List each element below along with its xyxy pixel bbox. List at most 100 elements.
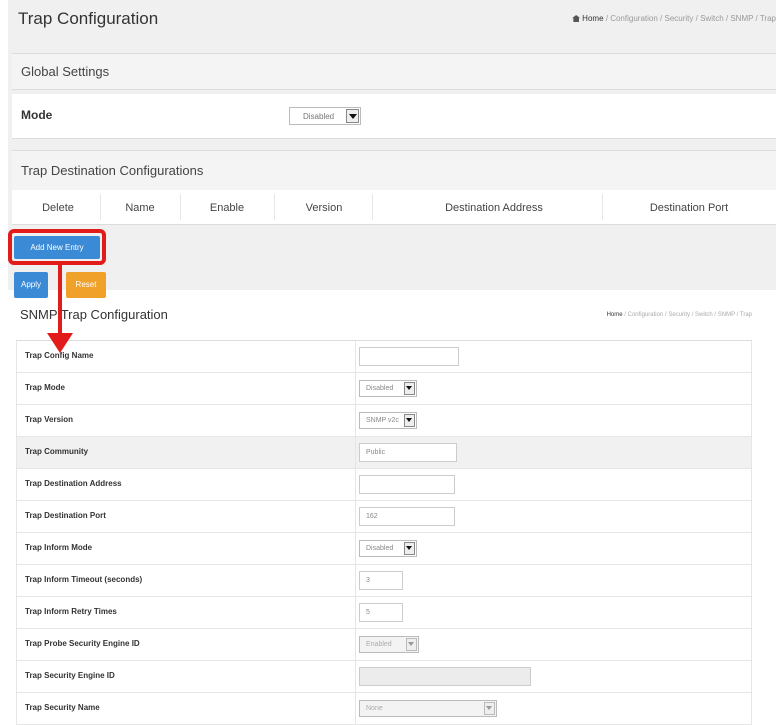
row-trap-inform-mode: Trap Inform Mode Disabled bbox=[16, 533, 752, 565]
label-trap-version: Trap Version bbox=[25, 415, 74, 424]
breadcrumb-security[interactable]: Security bbox=[668, 312, 690, 318]
label-trap-security-engine-id: Trap Security Engine ID bbox=[25, 671, 115, 680]
apply-button[interactable]: Apply bbox=[14, 272, 48, 298]
column-divider bbox=[602, 194, 603, 220]
mode-select[interactable]: Disabled bbox=[289, 107, 361, 125]
chevron-down-icon bbox=[404, 382, 415, 395]
trap-destination-table-header: Delete Name Enable Version Destination A… bbox=[12, 190, 776, 225]
label-trap-inform-timeout: Trap Inform Timeout (seconds) bbox=[25, 575, 143, 584]
column-divider bbox=[355, 661, 356, 692]
trap-destination-header: Trap Destination Configurations bbox=[12, 150, 776, 191]
trap-destination-title: Trap Destination Configurations bbox=[21, 163, 204, 178]
column-divider bbox=[100, 194, 101, 220]
trap-security-engine-id-input[interactable] bbox=[359, 667, 531, 686]
breadcrumb-snmp[interactable]: SNMP bbox=[718, 312, 735, 318]
chevron-down-icon bbox=[406, 638, 417, 651]
column-destination-address: Destination Address bbox=[445, 202, 543, 214]
breadcrumb-security[interactable]: Security bbox=[664, 14, 693, 23]
annotation-arrow-shaft bbox=[58, 265, 62, 337]
highlight-box bbox=[8, 229, 106, 265]
trap-security-name-value: None bbox=[366, 705, 383, 712]
column-divider bbox=[355, 469, 356, 500]
page-title: Trap Configuration bbox=[18, 9, 159, 28]
breadcrumb-home[interactable]: Home bbox=[582, 14, 603, 23]
mode-label: Mode bbox=[21, 108, 53, 122]
breadcrumb-switch[interactable]: Switch bbox=[695, 312, 713, 318]
mode-select-value: Disabled bbox=[303, 112, 335, 121]
trap-inform-timeout-input[interactable]: 3 bbox=[359, 571, 403, 590]
row-trap-inform-retry-times: Trap Inform Retry Times 5 bbox=[16, 597, 752, 629]
row-trap-mode: Trap Mode Disabled bbox=[16, 373, 752, 405]
label-trap-inform-mode: Trap Inform Mode bbox=[25, 543, 93, 552]
reset-button[interactable]: Reset bbox=[66, 272, 106, 298]
column-divider bbox=[355, 597, 356, 628]
column-divider bbox=[355, 405, 356, 436]
column-divider bbox=[355, 437, 356, 468]
row-trap-community: Trap Community Public bbox=[16, 437, 752, 469]
column-divider bbox=[355, 693, 356, 724]
trap-version-select[interactable]: SNMP v2c bbox=[359, 412, 417, 429]
row-trap-destination-port: Trap Destination Port 162 bbox=[16, 501, 752, 533]
breadcrumb-switch[interactable]: Switch bbox=[700, 14, 724, 23]
trap-destination-address-input[interactable] bbox=[359, 475, 455, 494]
breadcrumb-snmp[interactable]: SNMP bbox=[730, 14, 753, 23]
trap-inform-mode-value: Disabled bbox=[366, 545, 394, 552]
column-destination-port: Destination Port bbox=[649, 202, 729, 214]
breadcrumb-trap: Trap bbox=[759, 14, 776, 23]
trap-inform-retry-times-input[interactable]: 5 bbox=[359, 603, 403, 622]
trap-inform-mode-select[interactable]: Disabled bbox=[359, 540, 417, 557]
trap-configuration-panel bbox=[8, 0, 776, 290]
trap-config-name-input[interactable] bbox=[359, 347, 459, 366]
mode-row: Mode Disabled bbox=[12, 94, 776, 139]
trap-destination-port-input[interactable]: 162 bbox=[359, 507, 455, 526]
column-enable: Enable bbox=[209, 202, 245, 214]
column-divider bbox=[274, 194, 275, 220]
column-divider bbox=[372, 194, 373, 220]
column-divider bbox=[355, 629, 356, 660]
row-trap-config-name: Trap Config Name bbox=[16, 341, 752, 373]
row-trap-destination-address: Trap Destination Address bbox=[16, 469, 752, 501]
chevron-down-icon bbox=[404, 414, 415, 427]
column-version: Version bbox=[305, 202, 343, 214]
breadcrumb-configuration[interactable]: Configuration bbox=[628, 312, 664, 318]
global-settings-title: Global Settings bbox=[21, 64, 110, 79]
row-trap-inform-timeout: Trap Inform Timeout (seconds) 3 bbox=[16, 565, 752, 597]
column-divider bbox=[355, 373, 356, 404]
label-trap-inform-retry-times: Trap Inform Retry Times bbox=[25, 607, 117, 616]
chevron-down-icon bbox=[404, 542, 415, 555]
label-trap-destination-port: Trap Destination Port bbox=[25, 511, 106, 520]
trap-probe-security-engine-id-value: Enabled bbox=[366, 641, 392, 648]
snmp-trap-table: Trap Config Name Trap Mode Disabled Trap… bbox=[16, 340, 752, 725]
global-settings-header: Global Settings bbox=[12, 53, 776, 90]
label-trap-probe-security-engine-id: Trap Probe Security Engine ID bbox=[25, 639, 140, 648]
breadcrumb-configuration[interactable]: Configuration bbox=[610, 14, 658, 23]
annotation-arrow-head bbox=[47, 333, 73, 353]
row-trap-version: Trap Version SNMP v2c bbox=[16, 405, 752, 437]
home-icon bbox=[572, 15, 581, 22]
breadcrumb: Home / Configuration / Security / Switch… bbox=[572, 14, 776, 23]
breadcrumb-trap: Trap bbox=[739, 312, 752, 318]
column-divider bbox=[180, 194, 181, 220]
row-trap-security-name: Trap Security Name None bbox=[16, 693, 752, 725]
trap-security-name-select[interactable]: None bbox=[359, 700, 497, 717]
trap-mode-value: Disabled bbox=[366, 385, 394, 392]
row-trap-security-engine-id: Trap Security Engine ID bbox=[16, 661, 752, 693]
trap-community-input[interactable]: Public bbox=[359, 443, 457, 462]
chevron-down-icon bbox=[484, 702, 495, 715]
label-trap-destination-address: Trap Destination Address bbox=[25, 479, 122, 488]
trap-mode-select[interactable]: Disabled bbox=[359, 380, 417, 397]
column-name: Name bbox=[125, 202, 155, 214]
trap-probe-security-engine-id-select[interactable]: Enabled bbox=[359, 636, 419, 653]
breadcrumb-home[interactable]: Home bbox=[607, 312, 623, 318]
column-delete: Delete bbox=[42, 202, 74, 214]
row-trap-probe-security-engine-id: Trap Probe Security Engine ID Enabled bbox=[16, 629, 752, 661]
label-trap-mode: Trap Mode bbox=[25, 383, 66, 392]
column-divider bbox=[355, 565, 356, 596]
column-divider bbox=[355, 341, 356, 372]
label-trap-community: Trap Community bbox=[25, 447, 89, 456]
column-divider bbox=[355, 533, 356, 564]
breadcrumb-secondary: Home / Configuration / Security / Switch… bbox=[606, 312, 752, 318]
label-trap-security-name: Trap Security Name bbox=[25, 703, 100, 712]
trap-version-value: SNMP v2c bbox=[366, 417, 399, 424]
chevron-down-icon bbox=[346, 109, 359, 123]
